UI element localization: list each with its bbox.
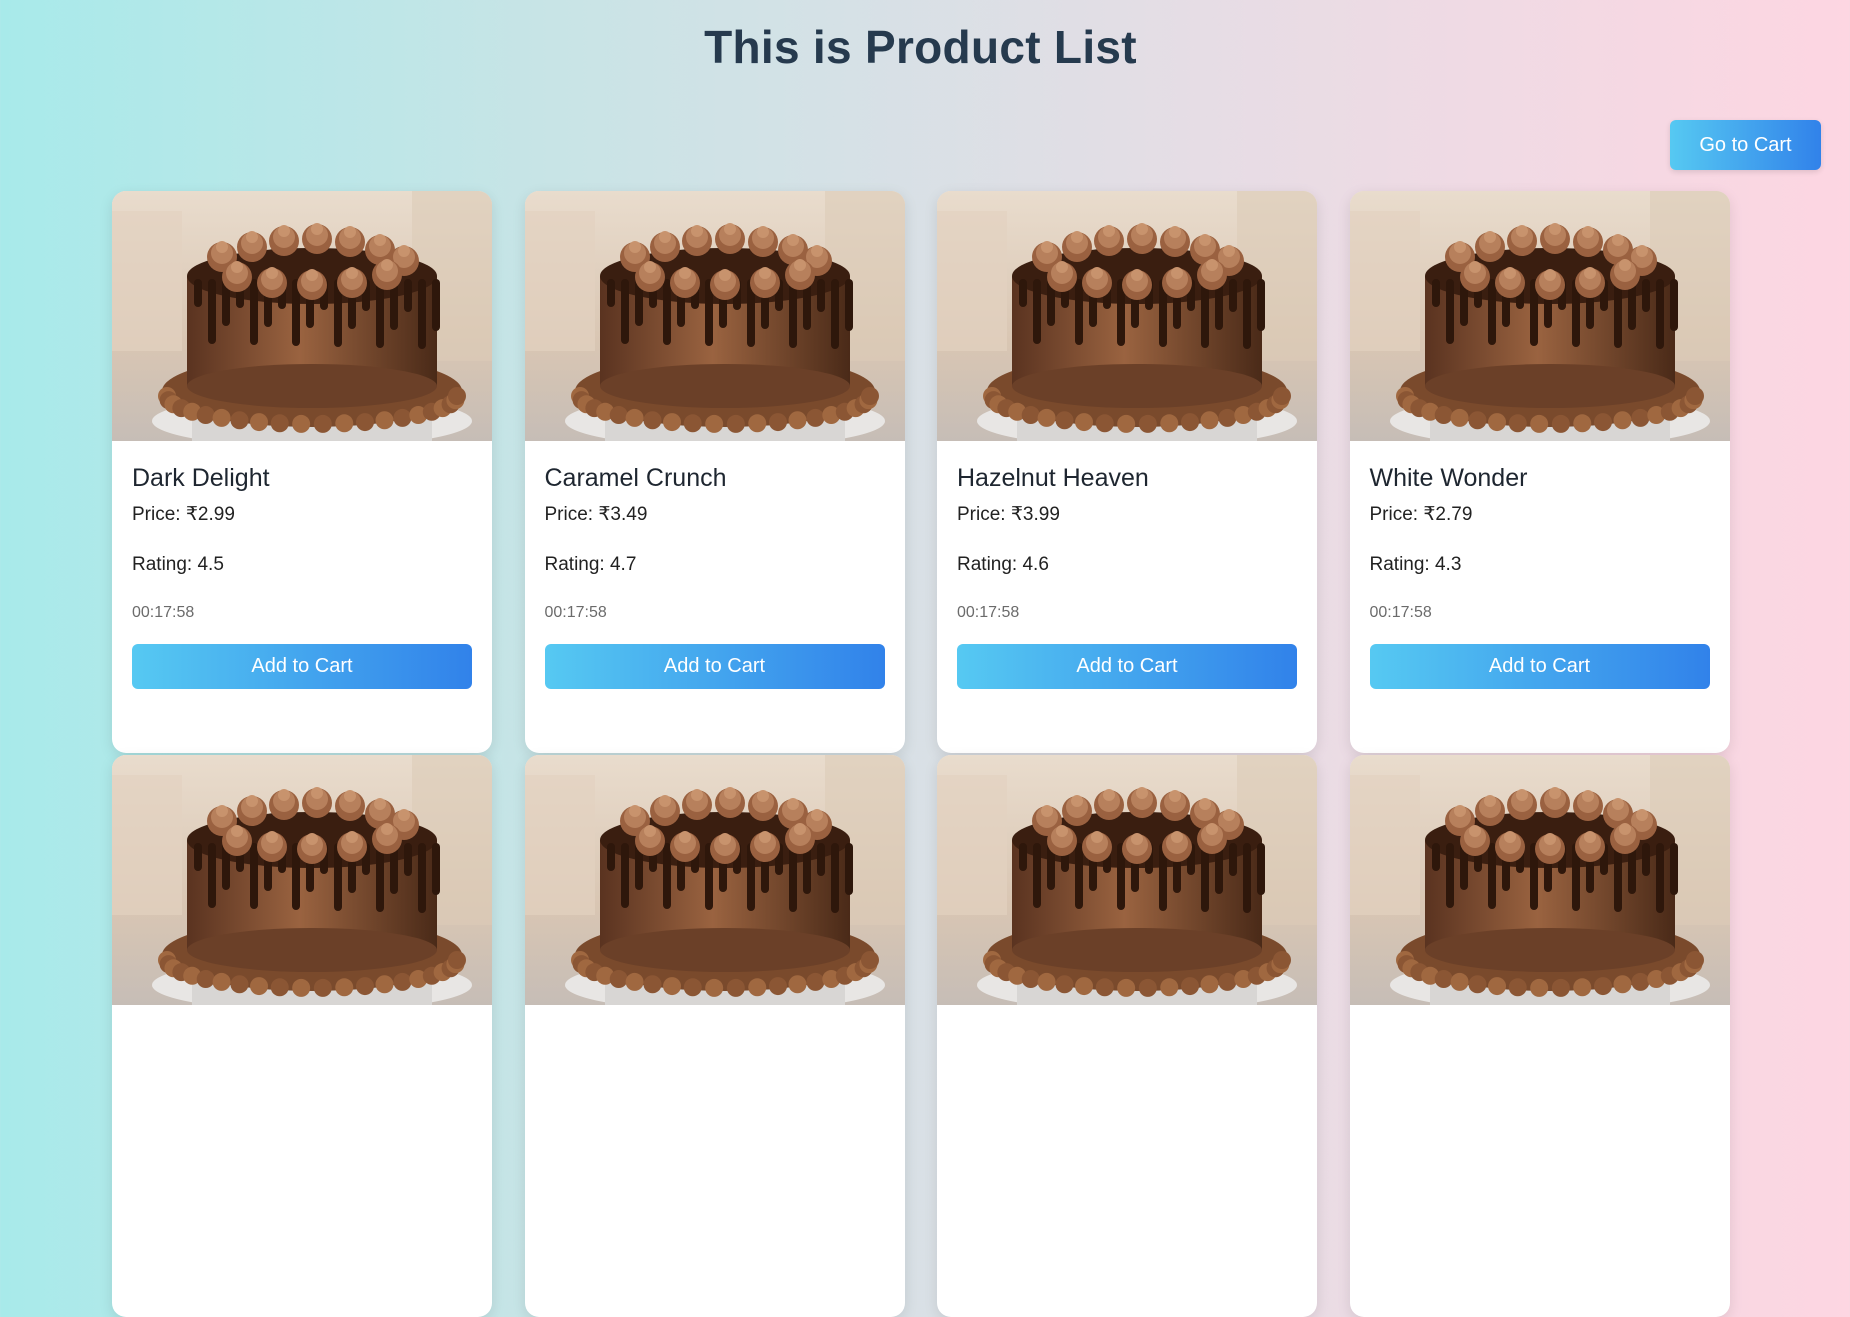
product-card-partial <box>112 755 492 1317</box>
product-price: Price: ₹3.49 <box>544 504 648 525</box>
product-card: Hazelnut Heaven Price: ₹3.99 Rating: 4.6… <box>937 191 1317 753</box>
cake-image <box>937 755 1317 1005</box>
product-price: Price: ₹3.99 <box>957 504 1060 525</box>
product-name: Dark Delight <box>132 464 270 492</box>
product-timer: 00:17:58 <box>132 604 195 621</box>
chocolate-drip-cake-illustration <box>1349 755 1730 1005</box>
chocolate-drip-cake-illustration <box>112 191 492 441</box>
add-to-cart-button[interactable]: Add to Cart <box>1369 644 1710 689</box>
cake-image <box>524 191 905 441</box>
chocolate-drip-cake-illustration <box>937 755 1317 1005</box>
add-to-cart-button[interactable]: Add to Cart <box>957 644 1297 689</box>
product-card-partial <box>937 755 1317 1317</box>
product-rating: Rating: 4.3 <box>1369 554 1462 575</box>
product-timer: 00:17:58 <box>544 604 607 621</box>
add-to-cart-button[interactable]: Add to Cart <box>132 644 472 689</box>
cake-image <box>1349 191 1730 441</box>
product-price: Price: ₹2.79 <box>1369 504 1473 525</box>
product-card-partial <box>1349 755 1730 1317</box>
product-timer: 00:17:58 <box>1369 604 1432 621</box>
product-rating: Rating: 4.5 <box>132 554 224 575</box>
chocolate-drip-cake-illustration <box>524 191 905 441</box>
product-timer: 00:17:58 <box>957 604 1020 621</box>
chocolate-drip-cake-illustration <box>937 191 1317 441</box>
page-title: This is Product List <box>704 21 1137 73</box>
product-rating: Rating: 4.6 <box>957 554 1049 575</box>
product-card: Dark Delight Price: ₹2.99 Rating: 4.5 00… <box>112 191 492 753</box>
cake-image <box>112 191 492 441</box>
product-name: Caramel Crunch <box>544 464 727 492</box>
product-name: White Wonder <box>1369 464 1528 492</box>
product-rating: Rating: 4.7 <box>544 554 637 575</box>
cake-image <box>112 755 492 1005</box>
product-grid: Dark Delight Price: ₹2.99 Rating: 4.5 00… <box>112 191 1732 1317</box>
cake-image <box>524 755 905 1005</box>
product-card: White Wonder Price: ₹2.79 Rating: 4.3 00… <box>1349 191 1730 753</box>
go-to-cart-button[interactable]: Go to Cart <box>1670 120 1821 170</box>
chocolate-drip-cake-illustration <box>524 755 905 1005</box>
cake-image <box>937 191 1317 441</box>
chocolate-drip-cake-illustration <box>1349 191 1730 441</box>
product-card: Caramel Crunch Price: ₹3.49 Rating: 4.7 … <box>524 191 905 753</box>
product-card-partial <box>524 755 905 1317</box>
add-to-cart-button[interactable]: Add to Cart <box>544 644 885 689</box>
cake-image <box>1349 755 1730 1005</box>
product-price: Price: ₹2.99 <box>132 504 235 525</box>
chocolate-drip-cake-illustration <box>112 755 492 1005</box>
product-name: Hazelnut Heaven <box>957 464 1149 492</box>
